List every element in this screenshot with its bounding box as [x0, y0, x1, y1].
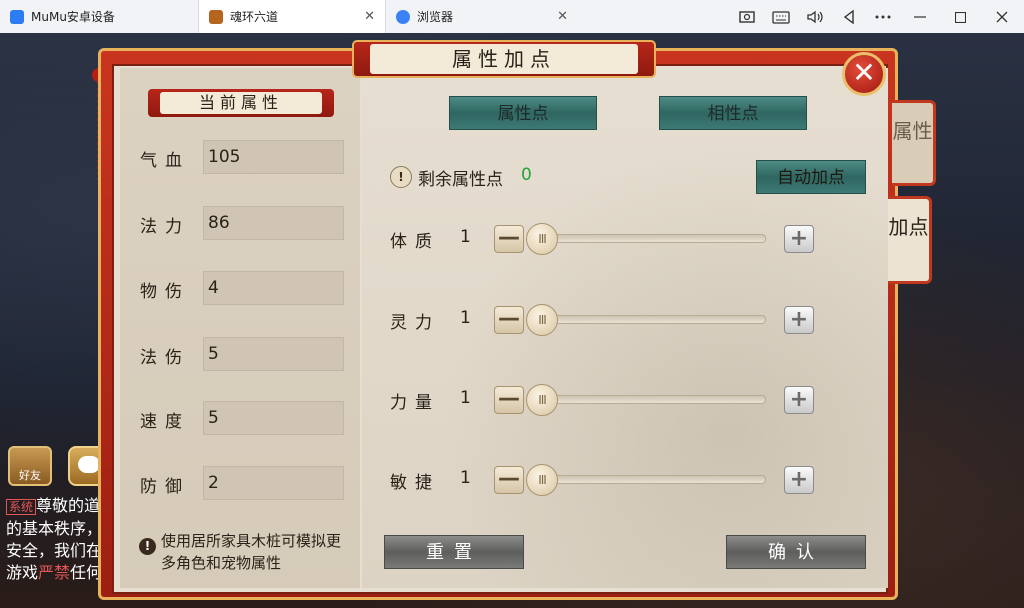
chat-text: 尊敬的道 — [36, 496, 101, 515]
mumu-icon — [10, 9, 24, 24]
stat-value: 4 — [203, 271, 344, 305]
warning-icon: ! — [390, 166, 412, 188]
slider-label: 体质 — [390, 232, 440, 252]
stat-value: 5 — [203, 401, 344, 435]
stat-label: 法伤 — [140, 348, 190, 368]
slider-row-spirit: 灵力 1 — III + — [390, 302, 820, 338]
tab-label: 浏览器 — [417, 10, 454, 24]
current-attributes-title: 当前属性 — [160, 92, 322, 114]
stat-value: 105 — [203, 140, 344, 174]
increase-button[interactable]: + — [784, 386, 814, 414]
window-titlebar: MuMu安卓设备 魂环六道 ✕ 浏览器 ✕ — [0, 0, 1024, 34]
slider-track[interactable] — [540, 475, 766, 484]
back-icon[interactable] — [832, 8, 866, 26]
slider-value: 1 — [460, 308, 471, 328]
slider-knob[interactable]: III — [526, 384, 558, 416]
stat-label: 速度 — [140, 412, 190, 432]
chat-highlight: 严禁 — [38, 563, 71, 582]
dialog-title: 属性加点 — [370, 44, 638, 74]
tab-label: 魂环六道 — [230, 10, 279, 24]
chat-text: 游戏 — [6, 563, 39, 582]
slider-label: 敏捷 — [390, 473, 440, 493]
stat-label: 防御 — [140, 477, 190, 497]
window-toolbar — [730, 0, 1024, 33]
increase-button[interactable]: + — [784, 225, 814, 253]
increase-button[interactable]: + — [784, 306, 814, 334]
tab-attribute-points[interactable]: 属性点 — [449, 96, 597, 130]
stat-value: 86 — [203, 206, 344, 240]
remaining-points-value: 0 — [521, 165, 532, 185]
slider-label: 力量 — [390, 393, 440, 413]
increase-button[interactable]: + — [784, 466, 814, 494]
maximize-icon[interactable] — [940, 8, 980, 26]
slider-track[interactable] — [540, 395, 766, 404]
tab-close-icon[interactable]: ✕ — [557, 9, 568, 24]
slider-row-agility: 敏捷 1 — III + — [390, 462, 820, 498]
side-tab-attributes[interactable]: 属性 — [892, 100, 936, 186]
decrease-button[interactable]: — — [494, 306, 524, 334]
tab-close-icon[interactable]: ✕ — [364, 9, 375, 24]
slider-knob[interactable]: III — [526, 304, 558, 336]
browser-icon — [396, 9, 410, 24]
stat-label: 法力 — [140, 217, 190, 237]
game-icon — [209, 9, 223, 24]
stat-value: 2 — [203, 466, 344, 500]
system-tag: 系统 — [6, 499, 37, 515]
dialog-close-button[interactable]: ✕ — [842, 52, 886, 96]
slider-row-strength: 力量 1 — III + — [390, 382, 820, 418]
info-icon: ! — [139, 538, 156, 555]
slider-track[interactable] — [540, 234, 766, 243]
friend-button[interactable]: 好友 — [8, 446, 52, 486]
decrease-button[interactable]: — — [494, 466, 524, 494]
slider-row-constitution: 体质 1 — III + — [390, 221, 820, 257]
decrease-button[interactable]: — — [494, 225, 524, 253]
stat-value: 5 — [203, 337, 344, 371]
tab-browser[interactable]: 浏览器 ✕ — [386, 0, 578, 33]
tip-text: 使用居所家具木桩可模拟更多角色和宠物属性 — [161, 532, 342, 572]
close-icon[interactable] — [980, 8, 1024, 26]
slider-track[interactable] — [540, 315, 766, 324]
auto-allocate-button[interactable]: 自动加点 — [756, 160, 866, 194]
slider-knob[interactable]: III — [526, 223, 558, 255]
volume-icon[interactable] — [798, 8, 832, 26]
tab-game[interactable]: 魂环六道 ✕ — [198, 0, 386, 33]
stat-label: 物伤 — [140, 282, 190, 302]
confirm-button[interactable]: 确认 — [726, 535, 866, 569]
friend-label: 好友 — [19, 469, 41, 482]
slider-value: 1 — [460, 468, 471, 488]
slider-value: 1 — [460, 227, 471, 247]
slider-knob[interactable]: III — [526, 464, 558, 496]
tab-affinity-points[interactable]: 相性点 — [659, 96, 807, 130]
tab-label: MuMu安卓设备 — [31, 10, 115, 24]
minimize-icon[interactable] — [900, 8, 940, 26]
keyboard-icon[interactable] — [764, 8, 798, 26]
more-icon[interactable] — [866, 8, 900, 26]
remaining-points-label: 剩余属性点 — [418, 170, 503, 190]
reset-button[interactable]: 重置 — [384, 535, 524, 569]
slider-label: 灵力 — [390, 313, 440, 333]
side-tab-allocate[interactable]: 加点 — [888, 196, 932, 284]
stat-label: 气血 — [140, 151, 190, 171]
tab-mumu[interactable]: MuMu安卓设备 — [0, 0, 198, 33]
screenshot-icon[interactable] — [730, 8, 764, 26]
decrease-button[interactable]: — — [494, 386, 524, 414]
slider-value: 1 — [460, 388, 471, 408]
